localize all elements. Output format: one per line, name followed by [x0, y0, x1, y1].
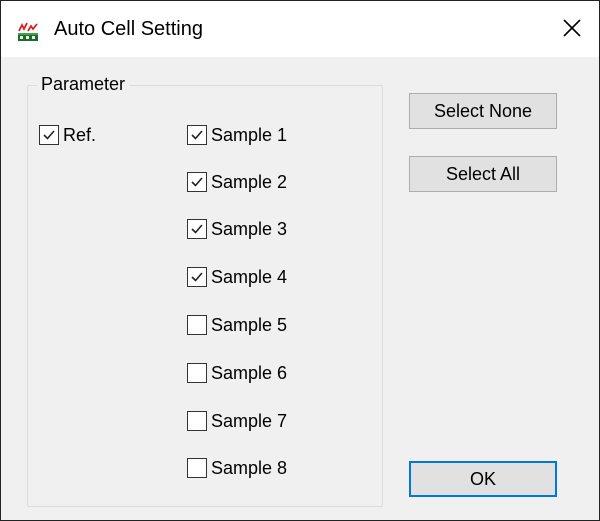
ref-label: Ref.: [63, 124, 97, 145]
window-title: Auto Cell Setting: [54, 18, 203, 40]
sample-6-checkbox[interactable]: Sample 6: [187, 360, 287, 386]
checkmark-icon: [191, 272, 203, 282]
checkmark-icon: [191, 224, 203, 234]
equalizer-app-icon: [17, 22, 39, 42]
checkbox-box[interactable]: [187, 219, 207, 239]
checkbox-box[interactable]: [187, 267, 207, 287]
checkbox-box[interactable]: [187, 172, 207, 192]
sample-3-checkbox[interactable]: Sample 3: [187, 216, 287, 242]
sample-8-label: Sample 8: [211, 457, 288, 478]
sample-7-label: Sample 7: [211, 410, 288, 431]
ref-checkbox[interactable]: Ref.: [39, 122, 96, 148]
dialog-body: Parameter Ref. Sample 1 Sample 2 Sample …: [1, 57, 599, 520]
checkbox-box[interactable]: [187, 315, 207, 335]
sample-1-label: Sample 1: [211, 124, 288, 145]
checkmark-icon: [191, 130, 203, 140]
title-bar[interactable]: Auto Cell Setting: [1, 1, 599, 57]
ok-button[interactable]: OK: [409, 461, 557, 497]
sample-4-checkbox[interactable]: Sample 4: [187, 264, 287, 290]
select-none-button[interactable]: Select None: [409, 93, 557, 129]
checkbox-box[interactable]: [187, 125, 207, 145]
sample-4-label: Sample 4: [211, 266, 288, 287]
checkmark-icon: [191, 177, 203, 187]
sample-5-label: Sample 5: [211, 314, 288, 335]
sample-1-checkbox[interactable]: Sample 1: [187, 122, 287, 148]
close-icon: [563, 19, 581, 37]
sample-5-checkbox[interactable]: Sample 5: [187, 312, 287, 338]
sample-8-checkbox[interactable]: Sample 8: [187, 455, 287, 481]
sample-7-checkbox[interactable]: Sample 7: [187, 408, 287, 434]
sample-2-label: Sample 2: [211, 171, 288, 192]
checkbox-box[interactable]: [187, 363, 207, 383]
checkmark-icon: [43, 130, 55, 140]
close-button[interactable]: [555, 11, 589, 45]
checkbox-box[interactable]: [187, 458, 207, 478]
sample-2-checkbox[interactable]: Sample 2: [187, 169, 287, 195]
parameter-group-label: Parameter: [37, 74, 130, 95]
sample-3-label: Sample 3: [211, 218, 288, 239]
checkbox-box[interactable]: [187, 411, 207, 431]
select-all-button[interactable]: Select All: [409, 156, 557, 192]
parameter-groupbox: [27, 85, 383, 507]
checkbox-box[interactable]: [39, 125, 59, 145]
auto-cell-setting-dialog: Auto Cell Setting Parameter Ref. Sample …: [0, 0, 600, 521]
sample-6-label: Sample 6: [211, 362, 288, 383]
